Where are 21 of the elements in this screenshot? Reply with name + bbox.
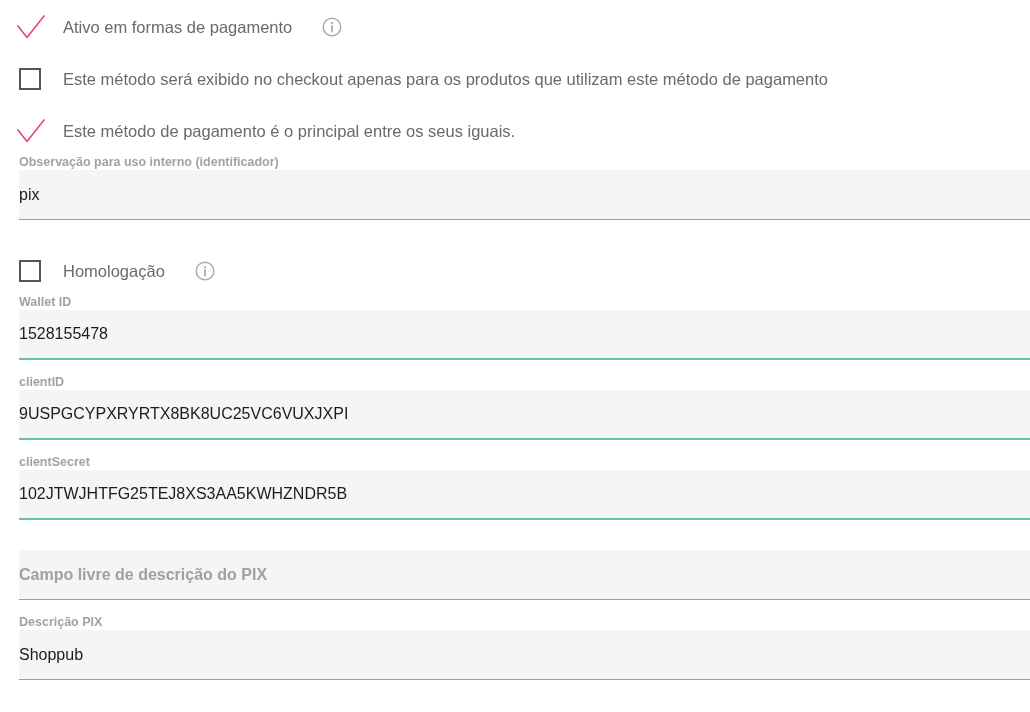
field-label: clientSecret <box>19 455 91 470</box>
checkbox[interactable] <box>19 68 41 90</box>
checkbox[interactable] <box>17 119 45 143</box>
text-field[interactable]: 9USPGCYPXRYRTX8BK8UC25VC6VUXJXPI <box>19 390 1030 440</box>
checkbox-label: Este método de pagamento é o principal entre os seus iguais. <box>63 121 516 141</box>
field-label: Wallet ID <box>19 295 73 310</box>
text-field[interactable]: Campo livre de descrição do PIX <box>19 550 1030 600</box>
checkbox-label: Este método será exibido no checkout apenas para os produtos que utilizam este método de pagamento <box>63 69 828 89</box>
text-field[interactable]: 1528155478 <box>19 310 1030 360</box>
info-icon[interactable] <box>322 17 343 37</box>
field-label: Descrição PIX <box>19 615 104 630</box>
checkbox-label: Ativo em formas de pagamento <box>63 17 293 37</box>
checkbox[interactable] <box>19 260 41 282</box>
field-label: Observação para uso interno (identificador) <box>19 155 280 170</box>
checkbox-label: Homologação <box>63 261 165 281</box>
checkbox[interactable] <box>17 15 45 39</box>
field-label: clientID <box>19 375 66 390</box>
text-field[interactable]: Shoppub <box>19 630 1030 680</box>
text-field[interactable]: 102JTWJHTFG25TEJ8XS3AA5KWHZNDR5B <box>19 470 1030 520</box>
info-icon[interactable] <box>194 261 215 281</box>
text-field[interactable]: pix <box>19 170 1030 220</box>
